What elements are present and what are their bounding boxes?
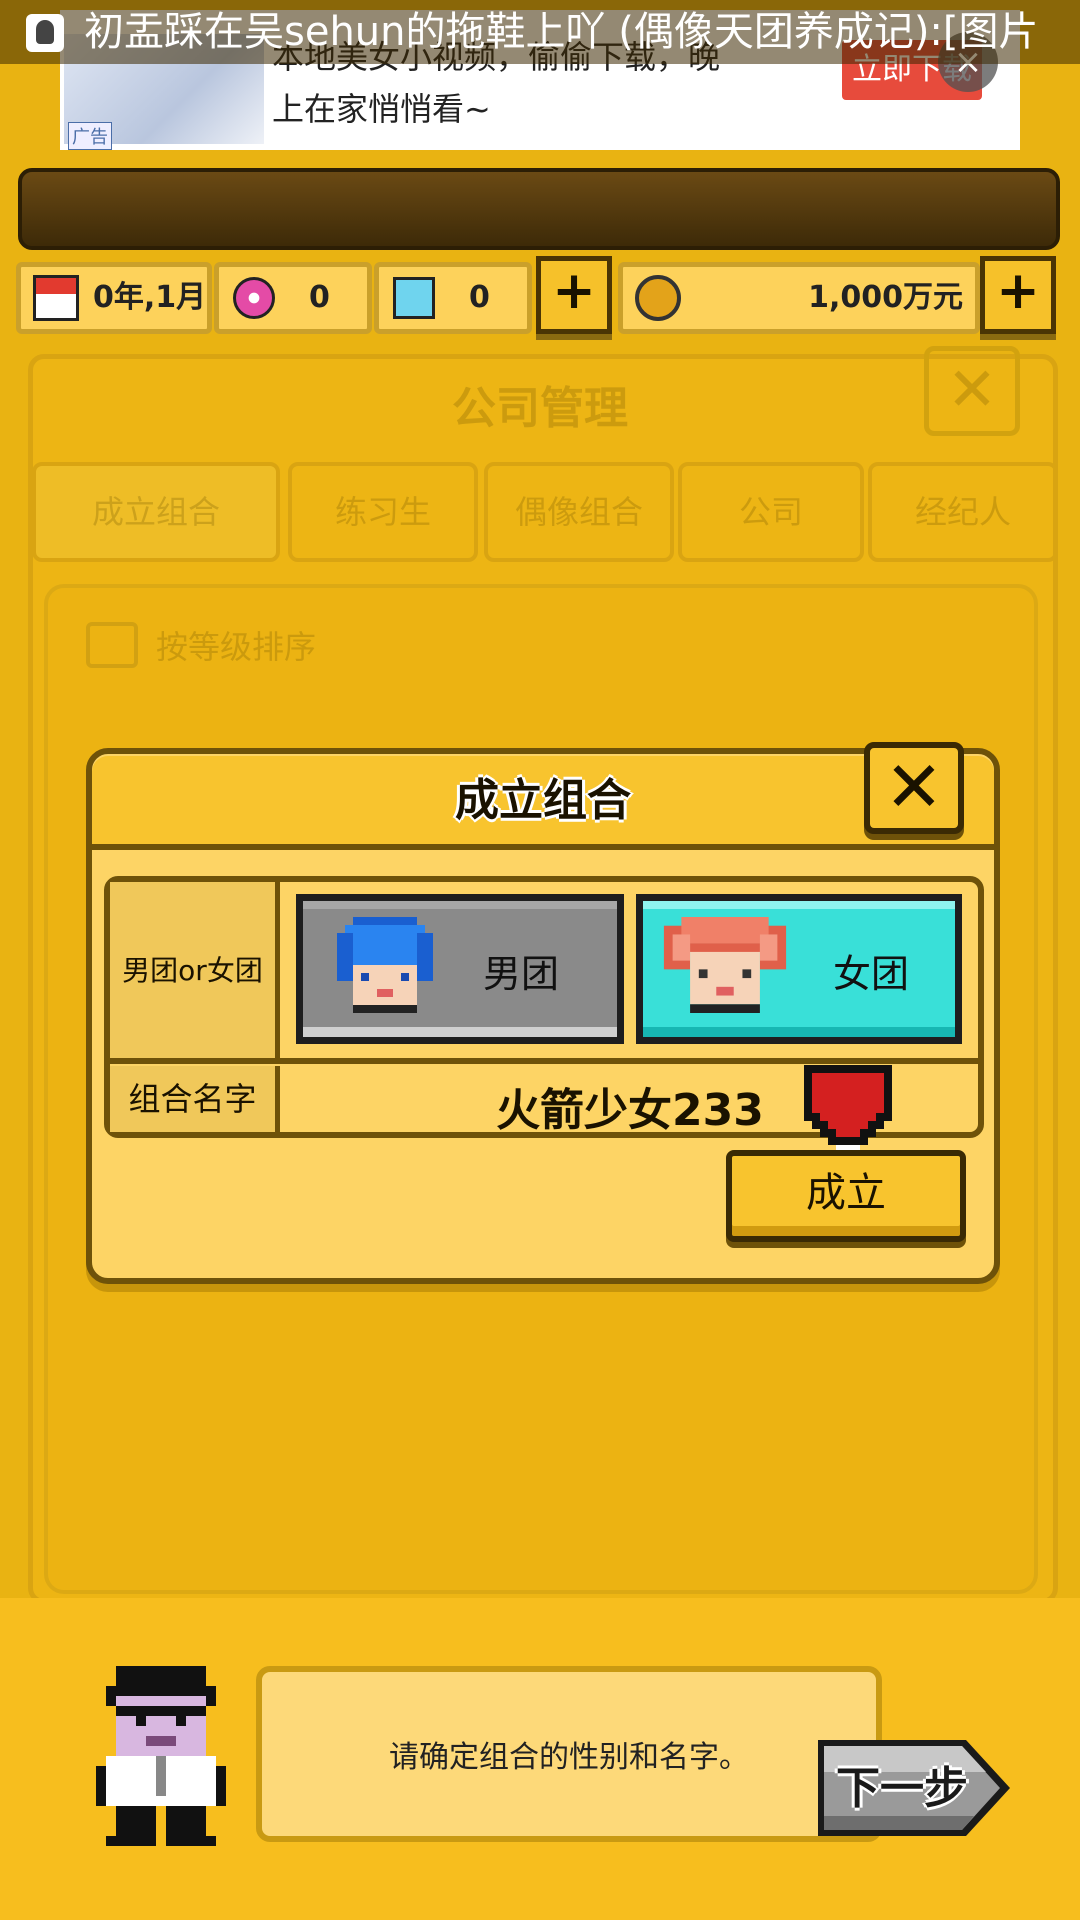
- group-name-label: 组合名字: [110, 1066, 280, 1132]
- diamond-icon: [393, 277, 435, 319]
- top-header-bar: [18, 168, 1060, 250]
- sort-label: 按等级排序: [156, 628, 317, 666]
- qq-icon: [26, 14, 64, 52]
- boy-face-icon: [337, 917, 433, 1013]
- calendar-icon: [33, 275, 79, 321]
- boy-group-button[interactable]: 男团: [296, 894, 624, 1044]
- tab-trainees[interactable]: 练习生: [288, 462, 478, 562]
- tab-idol-groups[interactable]: 偶像组合: [484, 462, 674, 562]
- girl-face-icon: [663, 917, 787, 1013]
- pink-gem-icon: [233, 277, 275, 319]
- manager-character-icon: [96, 1666, 226, 1846]
- guide-message: 请确定组合的性别和名字。: [389, 1740, 749, 1775]
- tab-form-group[interactable]: 成立组合: [32, 462, 280, 562]
- money-value: 1,000万元: [808, 280, 963, 315]
- money-display: 1,000万元: [618, 262, 980, 334]
- boy-group-label: 男团: [483, 952, 560, 996]
- notification-text: 初盂踩在吴sehun的拖鞋上吖 (偶像天团养成记):[图片: [84, 9, 1039, 55]
- sort-checkbox[interactable]: [86, 622, 138, 668]
- gender-label: 男团or女团: [110, 882, 280, 1060]
- diamonds-value: 0: [469, 280, 490, 315]
- tab-company[interactable]: 公司: [678, 462, 864, 562]
- girl-group-button[interactable]: 女团: [636, 894, 962, 1044]
- coin-icon: [635, 275, 681, 321]
- diamonds-display: 0: [374, 262, 532, 334]
- girl-group-label: 女团: [833, 952, 910, 996]
- heart-icon: [804, 1065, 892, 1153]
- tab-agents[interactable]: 经纪人: [868, 462, 1058, 562]
- add-money-button[interactable]: +: [980, 256, 1056, 334]
- dialog-title: 成立组合: [455, 775, 631, 826]
- gems-value: 0: [309, 280, 330, 315]
- add-diamonds-button[interactable]: +: [536, 256, 612, 334]
- dialog-close-icon[interactable]: ✕: [864, 742, 964, 834]
- date-display: 0年,1月: [16, 262, 212, 334]
- gems-display: 0: [214, 262, 372, 334]
- ad-tag: 广告: [68, 122, 112, 150]
- notification-bar[interactable]: 初盂踩在吴sehun的拖鞋上吖 (偶像天团养成记):[图片: [0, 0, 1080, 64]
- ad-text-line2: 上在家悄悄看~: [272, 90, 491, 128]
- company-panel-title: 公司管理: [452, 383, 628, 434]
- company-panel-close-icon[interactable]: ✕: [924, 346, 1020, 436]
- next-step-label[interactable]: 下一步: [836, 1752, 976, 1816]
- date-value: 0年,1月: [93, 280, 207, 315]
- confirm-button[interactable]: 成立: [726, 1150, 966, 1242]
